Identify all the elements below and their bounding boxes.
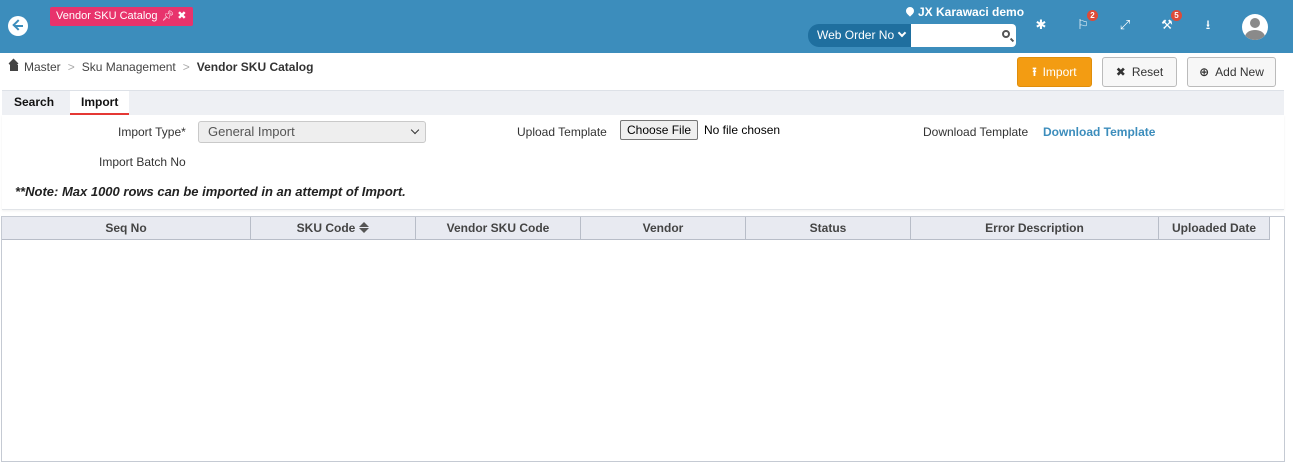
- column-header-sku-code[interactable]: SKU Code: [251, 217, 416, 239]
- column-header-vendor-sku-code[interactable]: Vendor SKU Code: [416, 217, 581, 239]
- import-type-label: Import Type*: [118, 125, 186, 139]
- breadcrumb: Master > Sku Management > Vendor SKU Catalog: [9, 60, 313, 74]
- home-icon[interactable]: [9, 62, 19, 71]
- breadcrumb-sku-management[interactable]: Sku Management: [82, 60, 176, 74]
- column-header-status[interactable]: Status: [746, 217, 911, 239]
- pin-icon[interactable]: 📌︎: [162, 11, 175, 22]
- tab-search[interactable]: Search: [3, 91, 65, 115]
- location-name: JX Karawaci demo: [918, 5, 1025, 19]
- upload-icon: ⭱: [1032, 65, 1037, 79]
- grid-header: Seq No SKU Code Vendor SKU Code Vendor S…: [2, 217, 1270, 240]
- upload-template-label: Upload Template: [517, 125, 607, 139]
- search-type-label: Web Order No: [817, 28, 895, 42]
- close-icon: ✖: [1115, 65, 1126, 79]
- import-button[interactable]: ⭱ Import: [1017, 57, 1092, 87]
- download-icon[interactable]: ⭳: [1198, 14, 1218, 36]
- download-template-link[interactable]: Download Template: [1043, 125, 1155, 139]
- import-note: **Note: Max 1000 rows can be imported in…: [15, 184, 406, 199]
- column-header-error-description[interactable]: Error Description: [911, 217, 1159, 239]
- sort-icon[interactable]: [359, 222, 370, 234]
- map-marker-icon: [904, 5, 916, 17]
- breadcrumb-master[interactable]: Master: [24, 60, 61, 74]
- column-header-uploaded-date[interactable]: Uploaded Date: [1159, 217, 1270, 239]
- back-arrow-icon[interactable]: [8, 16, 28, 36]
- user-avatar[interactable]: [1242, 14, 1268, 40]
- open-tab-vendor-sku-catalog[interactable]: Vendor SKU Catalog 📌︎ ✖: [50, 7, 194, 26]
- chevron-down-icon: [410, 125, 420, 135]
- subtabs: Search Import: [2, 90, 1284, 115]
- file-name-text: No file chosen: [704, 123, 781, 137]
- choose-file-button[interactable]: Choose File: [620, 120, 699, 140]
- download-template-label: Download Template: [923, 125, 1029, 139]
- asterisk-icon[interactable]: ✱: [1031, 14, 1051, 36]
- reset-button[interactable]: ✖ Reset: [1102, 57, 1177, 87]
- open-tab-label: Vendor SKU Catalog: [56, 10, 158, 22]
- flag-count-badge: 2: [1087, 10, 1098, 21]
- import-type-select[interactable]: General Import: [198, 121, 426, 143]
- search-input-wrapper: [911, 24, 1017, 47]
- column-header-vendor[interactable]: Vendor: [581, 217, 746, 239]
- search-icon[interactable]: [1002, 30, 1011, 38]
- import-type-value: General Import: [208, 124, 295, 139]
- plus-circle-icon: ⊕: [1199, 65, 1210, 79]
- search-input[interactable]: [911, 24, 998, 47]
- global-search: Web Order No: [808, 24, 1017, 47]
- breadcrumb-current: Vendor SKU Catalog: [196, 60, 314, 74]
- column-header-seq-no[interactable]: Seq No: [2, 217, 251, 239]
- flag-icon[interactable]: ⚐ 2: [1073, 10, 1098, 36]
- tools-icon[interactable]: ⚒ 5: [1157, 10, 1182, 36]
- location-indicator: JX Karawaci demo: [904, 5, 1025, 19]
- chevron-down-icon: [897, 28, 907, 38]
- import-batch-label: Import Batch No: [99, 155, 186, 169]
- fullscreen-icon[interactable]: ⤢: [1115, 14, 1135, 36]
- tools-count-badge: 5: [1171, 10, 1182, 21]
- import-results-grid: Seq No SKU Code Vendor SKU Code Vendor S…: [1, 216, 1285, 462]
- import-form-panel: Import Type* General Import Upload Templ…: [2, 115, 1284, 210]
- tab-import[interactable]: Import: [70, 91, 130, 115]
- top-header: Vendor SKU Catalog 📌︎ ✖ JX Karawaci demo W…: [0, 0, 1293, 53]
- search-type-dropdown[interactable]: Web Order No: [808, 24, 912, 47]
- close-icon[interactable]: ✖: [177, 10, 186, 22]
- add-new-button[interactable]: ⊕ Add New: [1187, 57, 1276, 87]
